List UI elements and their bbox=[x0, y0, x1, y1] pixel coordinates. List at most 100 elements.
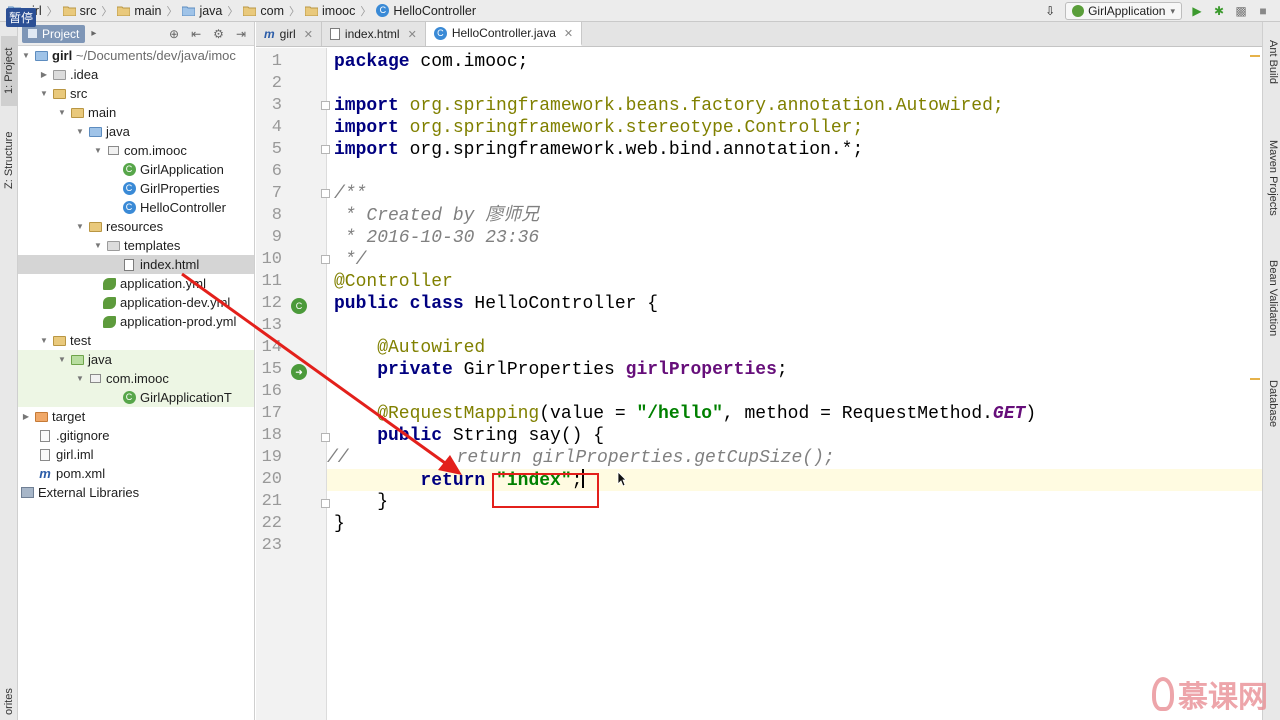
tree-item-java[interactable]: ▼ java bbox=[18, 122, 254, 141]
expand-icon[interactable]: ▼ bbox=[56, 355, 68, 364]
tree-item-test-package[interactable]: ▼ com.imooc bbox=[18, 369, 254, 388]
project-panel-header: Project ▸ ⊕ ⇤ ⚙ ⇥ bbox=[18, 22, 254, 46]
project-view-selector[interactable]: Project bbox=[22, 24, 86, 43]
project-tool-tab[interactable]: 1: Project bbox=[1, 36, 17, 106]
favorites-tool-tab[interactable]: orites bbox=[1, 682, 17, 720]
expand-icon[interactable]: ▼ bbox=[74, 222, 86, 231]
tree-item-test[interactable]: ▼ test bbox=[18, 331, 254, 350]
tree-item-package[interactable]: ▼ com.imooc bbox=[18, 141, 254, 160]
line-number: 14 bbox=[261, 338, 282, 357]
tree-item-girlapplicationtests[interactable]: C GirlApplicationT bbox=[18, 388, 254, 407]
line-number: 23 bbox=[261, 536, 282, 555]
tree-item-src[interactable]: ▼ src bbox=[18, 84, 254, 103]
tree-item-gitignore[interactable]: .gitignore bbox=[18, 426, 254, 445]
folder-icon bbox=[52, 88, 66, 99]
line-number: 20 bbox=[261, 470, 282, 489]
tab-girl[interactable]: m girl ✕ bbox=[256, 22, 322, 46]
line-number: 3 bbox=[271, 96, 282, 115]
tree-item-resources[interactable]: ▼ resources bbox=[18, 217, 254, 236]
breadcrumb-item-src[interactable]: src bbox=[61, 0, 99, 22]
spring-bean-icon[interactable]: C bbox=[291, 298, 307, 314]
sync-icon[interactable]: ⊕ bbox=[169, 27, 179, 41]
mouse-cursor-icon bbox=[617, 471, 627, 487]
expand-icon[interactable]: ▼ bbox=[38, 336, 50, 345]
run-configuration-select[interactable]: GirlApplication ▾ bbox=[1065, 2, 1182, 20]
collapse-icon[interactable]: ▶ bbox=[20, 412, 32, 421]
paused-badge: 暂停 bbox=[6, 8, 37, 27]
database-tool-tab[interactable]: Database bbox=[1265, 380, 1279, 427]
tree-item-templates[interactable]: ▼ templates bbox=[18, 236, 254, 255]
tree-item-index-html[interactable]: index.html bbox=[18, 255, 254, 274]
tree-item-hellocontroller[interactable]: C HelloController bbox=[18, 198, 254, 217]
breadcrumb-separator: 〉 bbox=[360, 5, 372, 18]
code-line-20: return "index"; bbox=[327, 469, 1262, 491]
yml-file-icon bbox=[102, 296, 116, 309]
tab-hellocontroller-java[interactable]: C HelloController.java ✕ bbox=[425, 22, 583, 46]
tree-item-external-libraries[interactable]: External Libraries bbox=[18, 483, 254, 502]
expand-icon[interactable]: ▼ bbox=[92, 146, 104, 155]
breadcrumb-item-imooc[interactable]: imooc bbox=[303, 0, 357, 22]
tree-item-target[interactable]: ▶ target bbox=[18, 407, 254, 426]
error-stripe-marker[interactable] bbox=[1250, 55, 1260, 57]
hide-icon[interactable]: ⇥ bbox=[236, 27, 246, 41]
collapse-all-icon[interactable]: ⇤ bbox=[191, 27, 201, 41]
tree-item-girl[interactable]: ▼ girl ~/Documents/dev/java/imoc bbox=[18, 46, 254, 65]
debug-icon[interactable]: ✱ bbox=[1212, 4, 1226, 18]
build-icon[interactable]: ⇩ bbox=[1043, 4, 1057, 18]
right-tool-strip: Ant Build Maven Projects Bean Validation… bbox=[1262, 22, 1280, 720]
run-toolbar: ⇩ GirlApplication ▾ ▶ ✱ ▩ ■ bbox=[1043, 0, 1280, 22]
close-icon[interactable]: ✕ bbox=[304, 28, 313, 41]
breadcrumb-item-java[interactable]: java bbox=[180, 0, 224, 22]
tree-item-test-java[interactable]: ▼ java bbox=[18, 350, 254, 369]
tree-item-pom-xml[interactable]: m pom.xml bbox=[18, 464, 254, 483]
gear-icon[interactable]: ⚙ bbox=[213, 27, 224, 41]
iml-file-icon bbox=[40, 448, 50, 461]
code-line-4: import org.springframework.stereotype.Co… bbox=[334, 118, 864, 138]
expand-icon[interactable]: ▼ bbox=[74, 127, 86, 136]
folder-icon bbox=[70, 107, 84, 118]
code-area[interactable]: package com.imooc; import org.springfram… bbox=[327, 48, 1262, 720]
code-line-19: // return girlProperties.getCupSize(); bbox=[327, 448, 835, 468]
expand-icon[interactable]: ▼ bbox=[56, 108, 68, 117]
collapse-icon[interactable]: ▶ bbox=[38, 70, 50, 79]
tree-item-application-dev-yml[interactable]: application-dev.yml bbox=[18, 293, 254, 312]
tree-item-application-yml[interactable]: application.yml bbox=[18, 274, 254, 293]
breadcrumb-item-com[interactable]: com bbox=[241, 0, 286, 22]
bean-validation-tool-tab[interactable]: Bean Validation bbox=[1265, 260, 1279, 336]
autowired-navigate-icon[interactable]: ➜ bbox=[291, 364, 307, 380]
coverage-icon[interactable]: ▩ bbox=[1234, 4, 1248, 18]
maven-projects-tool-tab[interactable]: Maven Projects bbox=[1265, 140, 1279, 216]
tree-item-main[interactable]: ▼ main bbox=[18, 103, 254, 122]
ant-build-tool-tab[interactable]: Ant Build bbox=[1265, 40, 1279, 84]
code-line-22: } bbox=[334, 514, 345, 534]
tree-item-girl-iml[interactable]: girl.iml bbox=[18, 445, 254, 464]
expand-icon[interactable]: ▼ bbox=[92, 241, 104, 250]
expand-icon[interactable]: ▼ bbox=[20, 51, 32, 60]
maven-icon: m bbox=[264, 27, 275, 41]
expand-icon[interactable]: ▼ bbox=[38, 89, 50, 98]
structure-tool-tab[interactable]: Z: Structure bbox=[1, 120, 17, 200]
error-stripe-marker[interactable] bbox=[1250, 378, 1260, 380]
tree-item-girlproperties[interactable]: C GirlProperties bbox=[18, 179, 254, 198]
close-icon[interactable]: ✕ bbox=[564, 27, 573, 40]
tree-item-girlapplication[interactable]: C GirlApplication bbox=[18, 160, 254, 179]
run-icon[interactable]: ▶ bbox=[1190, 4, 1204, 18]
breadcrumb-item-hellocontroller[interactable]: C HelloController bbox=[374, 0, 478, 22]
expand-icon[interactable]: ▼ bbox=[74, 374, 86, 383]
breadcrumb-item-main[interactable]: main bbox=[115, 0, 163, 22]
code-line-11: @Controller bbox=[334, 272, 453, 292]
tree-item-application-prod-yml[interactable]: application-prod.yml bbox=[18, 312, 254, 331]
line-number: 12 bbox=[261, 294, 282, 313]
maven-icon: m bbox=[39, 466, 51, 481]
line-number: 19 bbox=[261, 448, 282, 467]
chevron-right-icon[interactable]: ▸ bbox=[91, 28, 96, 39]
stop-icon[interactable]: ■ bbox=[1256, 4, 1270, 18]
runnable-class-icon: C bbox=[122, 163, 136, 176]
code-editor[interactable]: C ➜ 1 2 3 4 5 6 7 8 9 10 11 12 13 14 15 16 17 18 19 20 21 22 2… bbox=[256, 48, 1262, 720]
code-line-15: private GirlProperties girlProperties; bbox=[334, 360, 788, 380]
tab-index-html[interactable]: index.html ✕ bbox=[322, 22, 426, 46]
tree-item-idea[interactable]: ▶ .idea bbox=[18, 65, 254, 84]
breadcrumb-separator: 〉 bbox=[227, 5, 239, 18]
project-panel: Project ▸ ⊕ ⇤ ⚙ ⇥ ▼ girl ~/Documents/dev/… bbox=[18, 22, 255, 720]
close-icon[interactable]: ✕ bbox=[408, 28, 417, 41]
